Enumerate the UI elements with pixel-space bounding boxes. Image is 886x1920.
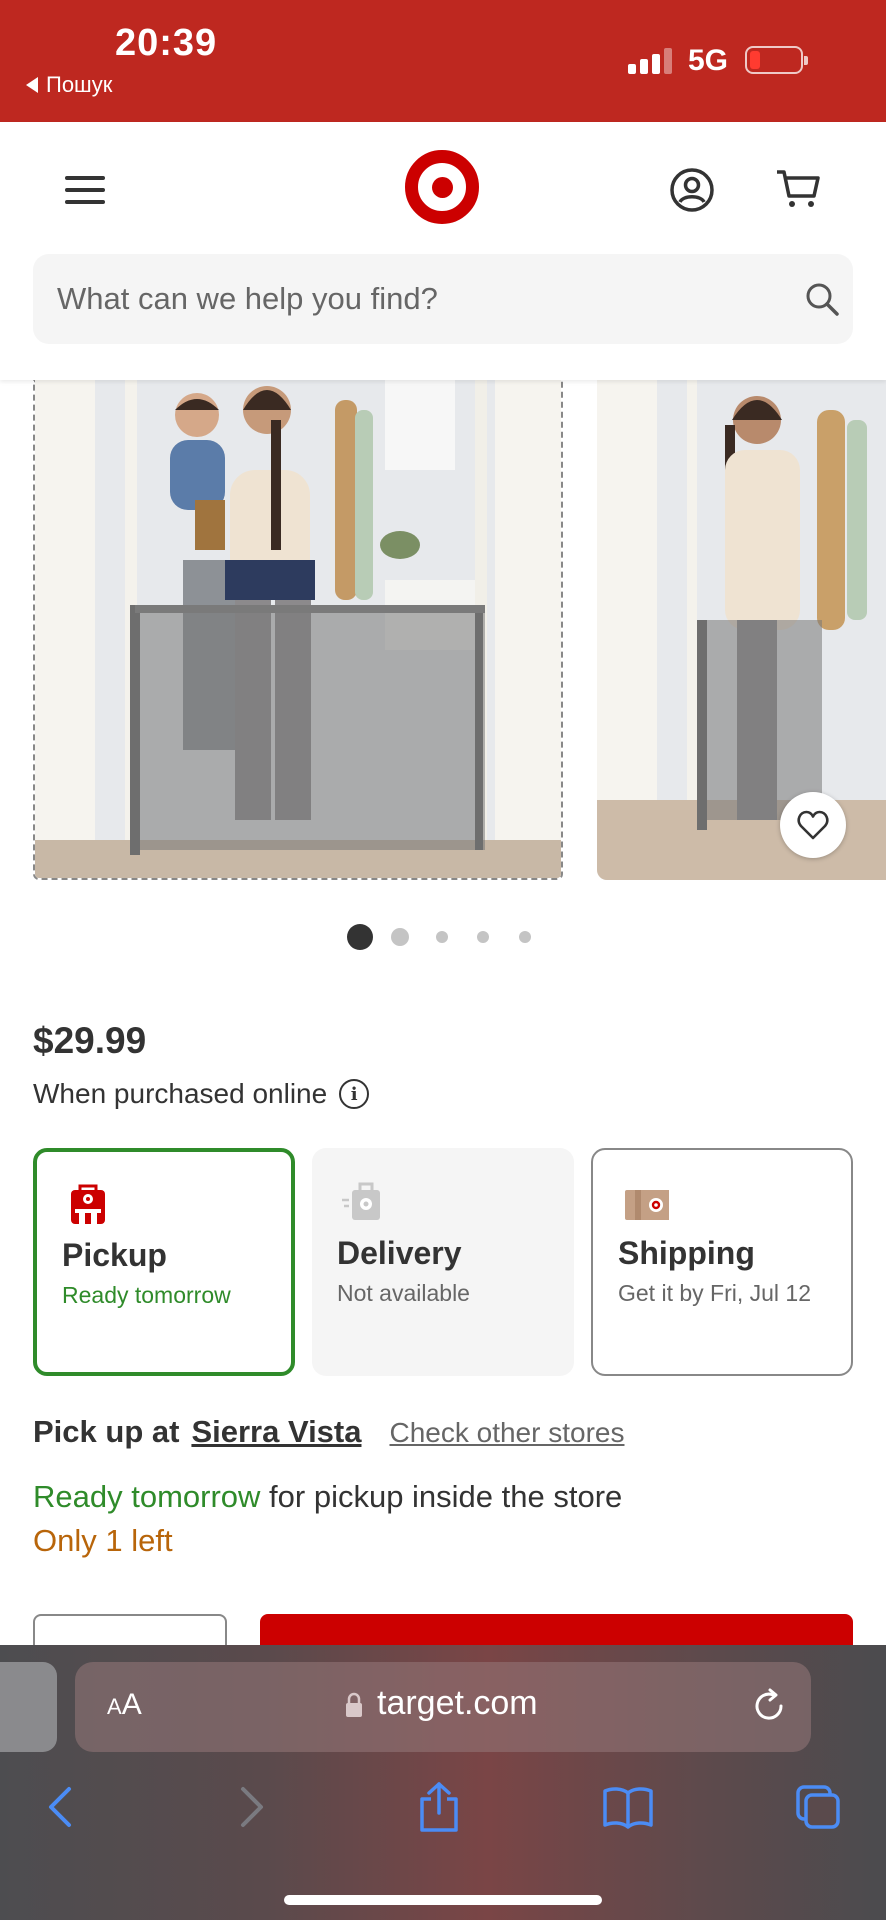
heart-icon (797, 810, 829, 840)
book-icon (603, 1787, 653, 1829)
reload-icon[interactable] (749, 1686, 789, 1726)
carousel-pagination (0, 922, 886, 952)
address-bar[interactable]: AA target.com (75, 1662, 811, 1752)
cart-icon[interactable] (774, 164, 822, 212)
search-bar (33, 254, 853, 344)
reader-options-button[interactable]: AA (107, 1688, 142, 1722)
store-name-link[interactable]: Sierra Vista (191, 1414, 361, 1450)
status-bar: 20:39 Пошук 5G (0, 0, 886, 122)
info-icon[interactable]: i (339, 1079, 370, 1109)
product-price: $29.99 (33, 1020, 147, 1061)
account-icon[interactable] (668, 166, 716, 214)
tabs-button[interactable] (790, 1779, 846, 1835)
forward-button[interactable] (224, 1779, 280, 1835)
product-image-1[interactable] (33, 380, 563, 880)
pagination-dot-3[interactable] (436, 931, 448, 943)
fulfillment-card-delivery[interactable]: Delivery Not available (312, 1148, 574, 1376)
pickup-title: Pickup (62, 1237, 167, 1273)
pickup-store-icon (71, 1184, 105, 1224)
menu-icon[interactable] (60, 170, 108, 210)
network-label: 5G (688, 44, 729, 77)
tabs-icon (796, 1785, 840, 1829)
pagination-dot-2[interactable] (391, 928, 409, 946)
lock-icon (346, 1692, 362, 1717)
back-label: Пошук (46, 72, 113, 97)
pickup-status: Ready tomorrow (62, 1282, 231, 1308)
stock-level: Only 1 left (33, 1523, 173, 1558)
bookmarks-button[interactable] (600, 1779, 656, 1835)
fulfillment-card-shipping[interactable]: Shipping Get it by Fri, Jul 12 (591, 1148, 853, 1376)
battery-icon (745, 46, 808, 74)
product-image-2[interactable] (597, 380, 886, 880)
back-to-search-link[interactable]: Пошук (26, 72, 112, 98)
pickup-at-label: Pick up at (33, 1414, 180, 1449)
url-text: target.com (377, 1684, 538, 1722)
site-header (0, 122, 886, 380)
chevron-left-icon (49, 1787, 71, 1827)
shipping-status: Get it by Fri, Jul 12 (618, 1280, 812, 1306)
favorite-button[interactable] (780, 792, 846, 858)
status-time: 20:39 (115, 22, 218, 64)
back-button[interactable] (32, 1779, 88, 1835)
ready-highlight: Ready tomorrow (33, 1479, 261, 1514)
pickup-store-line: Pick up at Sierra Vista Check other stor… (33, 1414, 624, 1450)
product-image-carousel[interactable] (0, 380, 886, 880)
pickup-availability: Ready tomorrow for pickup inside the sto… (33, 1479, 622, 1515)
pagination-dot-1[interactable] (347, 924, 373, 950)
check-other-stores-link[interactable]: Check other stores (389, 1417, 624, 1449)
delivery-title: Delivery (337, 1235, 462, 1271)
home-indicator (284, 1895, 602, 1905)
ready-rest: for pickup inside the store (260, 1479, 623, 1514)
signal-icon (628, 48, 672, 74)
price-note-text: When purchased online (33, 1078, 328, 1109)
previous-tab-preview[interactable] (0, 1662, 57, 1752)
delivery-status: Not available (337, 1280, 470, 1306)
price-note: When purchased online i (33, 1078, 370, 1110)
pagination-dot-4[interactable] (477, 931, 489, 943)
search-icon[interactable] (803, 280, 841, 318)
share-icon (420, 1782, 458, 1832)
chevron-right-icon (241, 1787, 263, 1827)
delivery-bag-icon (342, 1182, 380, 1220)
target-logo[interactable] (405, 150, 479, 224)
shipping-box-icon (625, 1190, 669, 1220)
shipping-title: Shipping (618, 1235, 755, 1271)
browser-toolbar: AA target.com (0, 1645, 886, 1920)
fulfillment-card-pickup[interactable]: Pickup Ready tomorrow (33, 1148, 295, 1376)
search-input[interactable] (57, 254, 777, 344)
pagination-dot-5[interactable] (519, 931, 531, 943)
back-triangle-icon (26, 77, 38, 93)
share-button[interactable] (411, 1779, 467, 1835)
